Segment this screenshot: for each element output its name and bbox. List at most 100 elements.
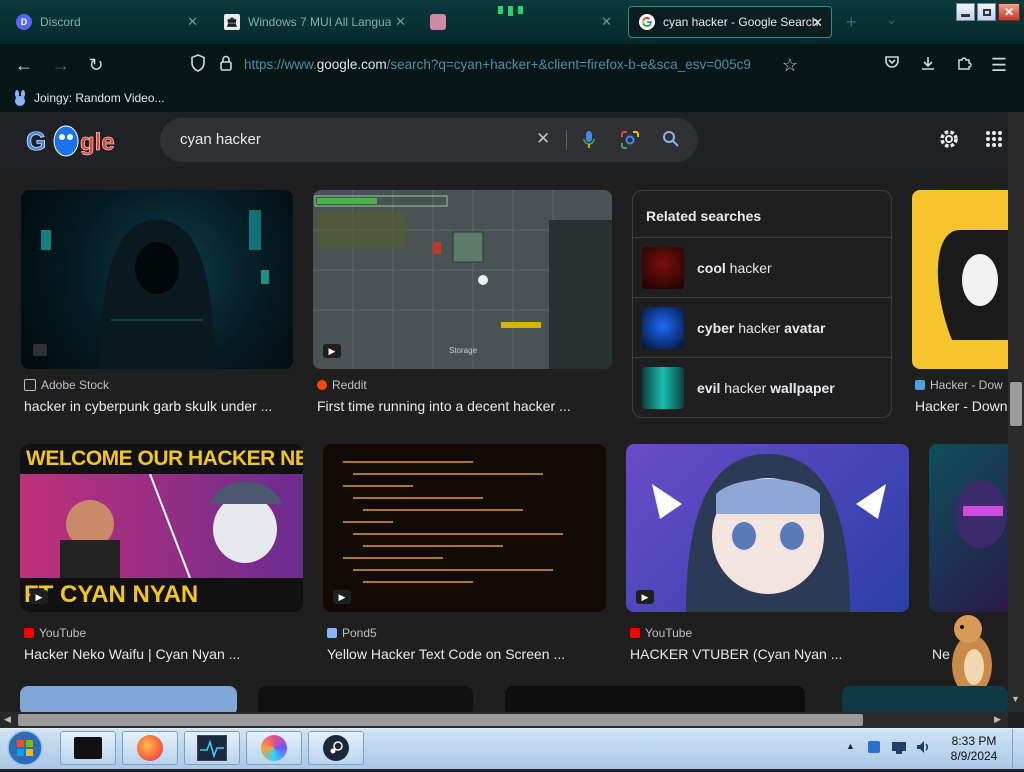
address-bar[interactable]: https://www.google.com/search?q=cyan+hac… — [244, 57, 769, 72]
reddit-icon — [317, 380, 327, 390]
result-thumbnail-row3-4[interactable] — [842, 686, 1008, 712]
thumbnail-caption-top: WELCOME OUR HACKER NEKO WAIF — [26, 447, 303, 470]
related-searches-heading: Related searches — [646, 208, 762, 224]
related-searches-card: Related searches cool hacker cyber hacke… — [632, 190, 892, 418]
google-lens-icon[interactable] — [620, 130, 640, 155]
result-thumbnail-row3-1[interactable] — [20, 686, 237, 712]
tab-windows-mui[interactable]: 🏛 Windows 7 MUI All Langua ✕ — [214, 6, 414, 38]
shield-icon[interactable] — [187, 54, 209, 76]
result-thumbnail-yellow-code[interactable]: ▶ — [323, 444, 606, 612]
reload-icon[interactable]: ↻ — [85, 54, 107, 76]
bookmark-star-icon[interactable]: ☆ — [779, 54, 801, 76]
close-icon[interactable]: ✕ — [395, 14, 406, 30]
tab-google-search[interactable]: cyan hacker - Google Search ✕ — [628, 6, 832, 38]
result-title[interactable]: Hacker - Down — [915, 398, 1008, 414]
taskbar-app-terminal[interactable] — [60, 731, 116, 765]
svg-text:G: G — [26, 126, 46, 156]
download-icon[interactable] — [917, 54, 939, 76]
related-item-cyber-hacker-avatar[interactable]: cyber hacker avatar — [633, 297, 891, 357]
taskbar-app-firefox[interactable] — [122, 731, 178, 765]
bookmark-joingy[interactable]: Joingy: Random Video... — [12, 90, 165, 106]
related-thumbnail — [642, 246, 684, 289]
volume-icon[interactable] — [915, 739, 931, 755]
theme-decoration-icon — [494, 4, 528, 18]
result-title[interactable]: Hacker Neko Waifu | Cyan Nyan ... — [24, 646, 304, 662]
start-button[interactable] — [4, 729, 46, 767]
result-source: Pond5 — [327, 626, 377, 640]
new-tab-button[interactable]: + — [846, 12, 857, 33]
scroll-left-arrow[interactable]: ◀ — [4, 714, 11, 725]
show-hidden-icons-arrow[interactable]: ▲ — [846, 741, 855, 751]
divider — [566, 130, 567, 150]
scroll-thumb[interactable] — [1010, 382, 1022, 426]
lock-icon[interactable] — [215, 54, 237, 76]
menu-hamburger-icon[interactable]: ☰ — [988, 54, 1010, 76]
svg-text:gle: gle — [80, 129, 115, 156]
image-badge-icon — [33, 344, 47, 356]
scroll-down-arrow[interactable]: ▼ — [1011, 694, 1020, 704]
related-thumbnail — [642, 306, 684, 349]
back-arrow-icon[interactable]: ← — [13, 54, 35, 76]
result-thumbnail-row3-3[interactable] — [505, 686, 805, 712]
youtube-icon — [630, 628, 640, 638]
result-title[interactable]: hacker in cyberpunk garb skulk under ... — [24, 398, 296, 414]
close-icon[interactable]: ✕ — [601, 14, 612, 30]
restore-button[interactable] — [977, 3, 996, 21]
tray-app-icon[interactable] — [866, 739, 882, 755]
result-thumbnail-hacker-vtuber[interactable]: ▶ — [626, 444, 909, 612]
horizontal-scrollbar[interactable]: ◀ ▶ — [0, 712, 1008, 728]
window-controls: ✕ — [956, 3, 1020, 22]
discord-icon: D — [16, 14, 32, 30]
result-source: Adobe Stock — [24, 378, 109, 392]
forward-arrow-icon[interactable]: → — [50, 54, 72, 76]
system-clock[interactable]: 8:33 PM 8/9/2024 — [946, 734, 1002, 764]
taskbar-app-swirl[interactable] — [246, 731, 302, 765]
play-icon: ▶ — [30, 590, 48, 604]
microphone-icon[interactable] — [582, 130, 596, 155]
google-doodle-logo[interactable]: G gle — [26, 124, 120, 158]
result-thumbnail-anonymous[interactable] — [912, 190, 1008, 369]
taskbar-app-monitor[interactable] — [184, 731, 240, 765]
building-icon: 🏛 — [224, 14, 240, 30]
search-box[interactable]: cyan hacker ✕ — [160, 118, 698, 162]
minimize-button[interactable] — [956, 3, 975, 21]
pocket-icon[interactable] — [881, 54, 903, 76]
close-icon[interactable]: ✕ — [187, 14, 198, 30]
result-title[interactable]: Yellow Hacker Text Code on Screen ... — [327, 646, 607, 662]
result-thumbnail-game-screenshot[interactable]: Storage ▶ — [313, 190, 612, 369]
result-title[interactable]: First time running into a decent hacker … — [317, 398, 607, 414]
scroll-thumb[interactable] — [18, 714, 863, 726]
network-icon[interactable] — [891, 739, 907, 755]
search-magnifier-icon[interactable] — [662, 130, 680, 153]
close-icon[interactable]: ✕ — [812, 15, 823, 31]
google-g-icon — [639, 14, 655, 30]
scroll-right-arrow[interactable]: ▶ — [994, 714, 1001, 725]
result-title[interactable]: HACKER VTUBER (Cyan Nyan ... — [630, 646, 910, 662]
list-tabs-button[interactable]: ⌄ — [886, 12, 897, 28]
result-thumbnail-row3-2[interactable] — [258, 686, 473, 712]
clear-search-icon[interactable]: ✕ — [536, 129, 550, 149]
pond5-icon — [327, 628, 337, 638]
taskbar-app-steam[interactable] — [308, 731, 364, 765]
steam-icon — [323, 735, 349, 761]
bunny-icon — [12, 90, 28, 106]
close-window-button[interactable]: ✕ — [998, 3, 1020, 21]
result-thumbnail-neko-waifu[interactable]: WELCOME OUR HACKER NEKO WAIF FT CYAN NYA… — [20, 444, 303, 612]
related-item-cool-hacker[interactable]: cool hacker — [633, 237, 891, 297]
tab-discord[interactable]: D Discord ✕ — [6, 6, 206, 38]
storage-label: Storage — [449, 346, 478, 355]
google-header: G gle cyan hacker ✕ I — [0, 112, 1008, 191]
extensions-puzzle-icon[interactable] — [953, 54, 975, 76]
settings-gear-icon[interactable] — [937, 127, 961, 156]
play-icon: ▶ — [636, 590, 654, 604]
related-item-evil-hacker-wallpaper[interactable]: evil hacker wallpaper — [633, 357, 891, 417]
apps-grid-icon[interactable] — [985, 130, 1003, 153]
vertical-scrollbar[interactable]: ▼ — [1008, 112, 1024, 712]
search-input[interactable]: cyan hacker — [180, 131, 261, 148]
tab-strip: D Discord ✕ 🏛 Windows 7 MUI All Langua ✕… — [0, 0, 1024, 44]
result-thumbnail-hooded-hacker[interactable] — [21, 190, 293, 369]
youtube-icon — [24, 628, 34, 638]
result-thumbnail-cyber-character[interactable] — [929, 444, 1008, 612]
activity-monitor-icon — [197, 735, 227, 761]
show-desktop-button[interactable] — [1012, 729, 1024, 768]
